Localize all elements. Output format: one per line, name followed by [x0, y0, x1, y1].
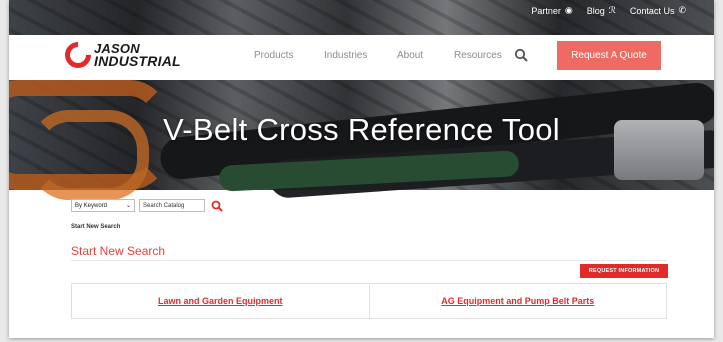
- request-quote-button[interactable]: Request A Quote: [557, 41, 661, 70]
- page-title: V-Belt Cross Reference Tool: [163, 112, 560, 147]
- main-nav: Products Industries About Resources: [254, 50, 514, 61]
- partner-icon: ◉: [564, 5, 573, 15]
- nav-item-resources[interactable]: Resources: [454, 50, 514, 61]
- utility-link-contact[interactable]: Contact Us ✆: [630, 5, 686, 16]
- site-logo[interactable]: JASON INDUSTRIAL: [59, 36, 181, 74]
- hero-overlay: [9, 0, 714, 190]
- category-list: Lawn and Garden Equipment AG Equipment a…: [71, 283, 667, 319]
- utility-bar: Partner ◉ Blog ℛ Contact Us ✆: [531, 5, 686, 16]
- search-icon[interactable]: [514, 48, 528, 62]
- request-information-button[interactable]: REQUEST INFORMATION: [580, 264, 668, 278]
- logo-wordmark: JASON INDUSTRIAL: [94, 42, 181, 69]
- breadcrumb[interactable]: Start New Search: [71, 224, 120, 230]
- search-mode-value: By Keyword: [75, 202, 108, 209]
- search-mode-select[interactable]: By Keyword ⌄: [71, 199, 135, 212]
- search-input[interactable]: Search Catalog: [139, 199, 205, 212]
- category-card[interactable]: Lawn and Garden Equipment: [71, 283, 370, 319]
- logo-line2: INDUSTRIAL: [94, 53, 181, 69]
- category-card[interactable]: AG Equipment and Pump Belt Parts: [369, 283, 667, 319]
- utility-label: Contact Us: [629, 5, 675, 16]
- rss-icon: ℛ: [608, 5, 616, 15]
- nav-item-industries[interactable]: Industries: [324, 50, 397, 61]
- nav-item-products[interactable]: Products: [254, 50, 324, 61]
- section-title: Start New Search: [71, 244, 166, 258]
- page-frame: Partner ◉ Blog ℛ Contact Us ✆ JASON INDU…: [9, 0, 714, 338]
- phone-icon: ✆: [678, 5, 686, 15]
- logo-mark-icon: [59, 36, 97, 74]
- category-link[interactable]: AG Equipment and Pump Belt Parts: [441, 296, 594, 306]
- divider: [71, 260, 667, 261]
- category-link[interactable]: Lawn and Garden Equipment: [158, 296, 283, 306]
- chevron-down-icon: ⌄: [125, 203, 131, 209]
- search-submit-icon[interactable]: [211, 200, 223, 212]
- nav-item-about[interactable]: About: [397, 50, 454, 61]
- utility-label: Blog: [586, 5, 605, 16]
- utility-link-blog[interactable]: Blog ℛ: [587, 5, 616, 16]
- utility-link-partner[interactable]: Partner ◉: [531, 5, 572, 16]
- catalog-search: By Keyword ⌄ Search Catalog: [71, 199, 223, 212]
- utility-label: Partner: [531, 5, 561, 16]
- site-header: JASON INDUSTRIAL Products Industries Abo…: [9, 35, 714, 80]
